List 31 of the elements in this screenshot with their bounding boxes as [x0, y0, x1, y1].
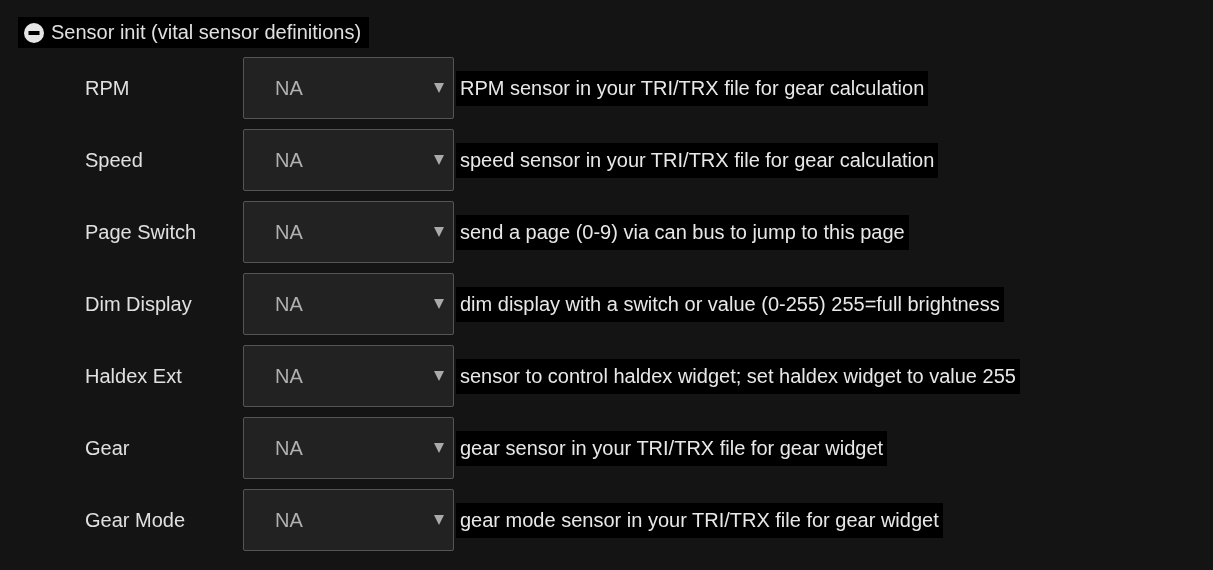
field-description: send a page (0-9) via can bus to jump to this page: [456, 214, 909, 250]
dropdown[interactable]: NA: [243, 129, 454, 191]
field-description: sensor to control haldex widget; set haldex widget to value 255: [456, 358, 1020, 394]
caret-icon: [434, 299, 444, 309]
dropdown[interactable]: NA: [243, 417, 454, 479]
section-header[interactable]: Sensor init (vital sensor definitions): [18, 17, 370, 48]
dropdown[interactable]: NA: [243, 201, 454, 263]
caret-icon: [434, 83, 444, 93]
field-label: Gear Mode: [84, 508, 187, 532]
caret-icon: [434, 515, 444, 525]
section-title: Sensor init (vital sensor definitions): [51, 21, 362, 44]
field-label: Page Switch: [84, 220, 198, 244]
field-description: speed sensor in your TRI/TRX file for gear calculation: [456, 142, 939, 178]
caret-icon: [434, 443, 444, 453]
field-description: dim display with a switch or value (0-255) 255=full brightness: [456, 286, 1004, 322]
field-label: Gear: [84, 436, 131, 460]
field-description: gear mode sensor in your TRI/TRX file for gear widget: [456, 502, 943, 538]
field-label: Haldex Ext: [84, 364, 183, 388]
dropdown[interactable]: NA: [243, 273, 454, 335]
caret-icon: [434, 227, 444, 237]
field-label: RPM: [84, 76, 131, 100]
caret-icon: [434, 371, 444, 381]
dropdown[interactable]: NA: [243, 345, 454, 407]
dropdown[interactable]: NA: [243, 57, 454, 119]
caret-icon: [434, 155, 444, 165]
field-label: Dim Display: [84, 292, 193, 316]
dropdown[interactable]: NA: [243, 489, 454, 551]
field-description: gear sensor in your TRI/TRX file for gear widget: [456, 430, 888, 466]
field-description: RPM sensor in your TRI/TRX file for gear calculation: [456, 70, 929, 106]
field-label: Speed: [84, 148, 144, 172]
minus-circle-icon[interactable]: [24, 22, 44, 43]
